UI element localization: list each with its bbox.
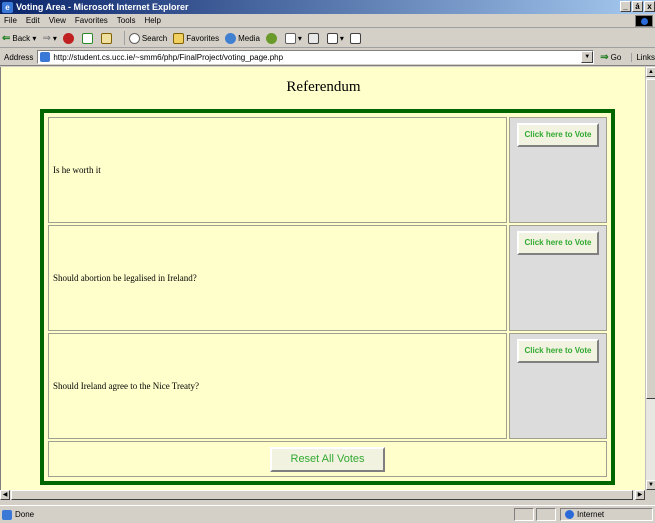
vertical-scroll-thumb[interactable] [646, 79, 655, 399]
scroll-left-icon[interactable]: ◀ [0, 490, 10, 500]
history-button[interactable] [265, 32, 279, 44]
toolbar-separator [123, 31, 125, 45]
scrollbar-corner [645, 490, 655, 500]
search-button[interactable]: Search [128, 32, 168, 44]
window-title-bar: e Voting Area - Microsoft Internet Explo… [0, 0, 655, 14]
vote-cell: Click here to Vote [509, 225, 607, 331]
vote-button[interactable]: Click here to Vote [517, 339, 599, 363]
mail-button[interactable]: ▾ [284, 32, 302, 44]
vote-cell: Click here to Vote [509, 333, 607, 439]
chevron-down-icon: ▾ [339, 33, 344, 43]
status-pane [514, 508, 534, 521]
discuss-button[interactable] [349, 32, 363, 44]
window-controls: _ á x [620, 1, 655, 12]
go-arrow-icon: ⇒ [600, 51, 609, 63]
media-label: Media [238, 33, 260, 43]
home-button[interactable] [100, 32, 114, 44]
question-text: Should abortion be legalised in Ireland? [48, 225, 507, 331]
forward-button[interactable]: ⇒ ▾ [42, 33, 56, 44]
scroll-up-icon[interactable]: ▲ [646, 67, 655, 77]
standard-toolbar: ⇐ Back ▾ ⇒ ▾ Search Favorites Media ▾ ▾ [0, 29, 655, 48]
address-label: Address [4, 52, 34, 62]
stop-icon [62, 32, 74, 44]
minimize-button[interactable]: _ [620, 1, 631, 12]
media-icon [225, 32, 237, 44]
chevron-down-icon: ▾ [297, 33, 302, 43]
reset-all-votes-button[interactable]: Reset All Votes [270, 446, 385, 472]
menu-tools[interactable]: Tools [117, 16, 136, 25]
address-bar: Address http://student.cs.ucc.ie/~smm6/p… [0, 49, 655, 66]
globe-icon [565, 510, 574, 519]
status-pane [536, 508, 556, 521]
address-dropdown-icon[interactable]: ▼ [581, 51, 594, 63]
print-icon [307, 32, 319, 44]
security-zone: Internet [560, 508, 653, 521]
vote-button[interactable]: Click here to Vote [517, 231, 599, 255]
window-title: Voting Area - Microsoft Internet Explore… [16, 2, 189, 12]
menu-favorites[interactable]: Favorites [75, 16, 108, 25]
chevron-down-icon: ▾ [52, 33, 57, 43]
ie-icon: e [2, 1, 13, 13]
zone-label: Internet [577, 510, 605, 519]
scroll-right-icon[interactable]: ▶ [635, 490, 645, 500]
favorites-label: Favorites [186, 33, 220, 43]
vertical-scrollbar[interactable]: ▲ ▼ [645, 67, 655, 490]
vote-cell: Click here to Vote [509, 117, 607, 223]
chevron-down-icon: ▾ [30, 33, 37, 43]
forward-arrow-icon: ⇒ [42, 32, 51, 44]
vote-button[interactable]: Click here to Vote [517, 123, 599, 147]
mail-icon [284, 32, 296, 44]
home-icon [100, 32, 112, 44]
reset-row: Reset All Votes [48, 441, 607, 477]
go-button[interactable]: ⇒ Go [600, 52, 621, 63]
back-arrow-icon: ⇐ [2, 32, 11, 44]
maximize-button[interactable]: á [632, 1, 643, 12]
horizontal-scrollbar[interactable]: ◀ ▶ [0, 490, 645, 500]
media-button[interactable]: Media [225, 32, 260, 44]
address-input[interactable]: http://student.cs.ucc.ie/~smm6/php/Final… [37, 50, 595, 64]
windows-logo-icon [635, 15, 653, 27]
back-label: Back [12, 33, 31, 43]
page-done-icon [2, 509, 12, 520]
menu-edit[interactable]: Edit [26, 16, 40, 25]
menu-help[interactable]: Help [144, 16, 160, 25]
edit-button[interactable]: ▾ [326, 32, 344, 44]
question-row: Should Ireland agree to the Nice Treaty?… [48, 333, 607, 439]
links-button[interactable]: Links [631, 52, 655, 62]
page-title: Referendum [286, 79, 361, 95]
back-button[interactable]: ⇐ Back ▾ [2, 33, 36, 44]
search-label: Search [141, 33, 168, 43]
referendum-table: Is he worth it Click here to Vote Should… [40, 109, 615, 485]
close-button[interactable]: x [644, 1, 655, 12]
page-viewport: Referendum Is he worth it Click here to … [0, 67, 645, 490]
question-row: Is he worth it Click here to Vote [48, 117, 607, 223]
scroll-down-icon[interactable]: ▼ [646, 480, 655, 490]
address-url: http://student.cs.ucc.ie/~smm6/php/Final… [53, 52, 284, 62]
discuss-icon [349, 32, 361, 44]
question-text: Is he worth it [48, 117, 507, 223]
go-label: Go [610, 52, 622, 62]
print-button[interactable] [307, 32, 321, 44]
question-text: Should Ireland agree to the Nice Treaty? [48, 333, 507, 439]
horizontal-scroll-thumb[interactable] [11, 490, 633, 500]
menu-view[interactable]: View [49, 16, 66, 25]
edit-icon [326, 32, 338, 44]
status-bar: Done Internet [0, 505, 655, 523]
status-panes [514, 508, 556, 521]
menu-file[interactable]: File [4, 16, 17, 25]
favorites-icon [173, 32, 185, 44]
refresh-icon [81, 32, 93, 44]
refresh-button[interactable] [81, 32, 95, 44]
stop-button[interactable] [62, 32, 76, 44]
history-icon [265, 32, 277, 44]
status-text: Done [15, 510, 35, 519]
favorites-button[interactable]: Favorites [173, 32, 220, 44]
menu-bar: File Edit View Favorites Tools Help [0, 14, 655, 28]
reset-cell: Reset All Votes [48, 441, 607, 477]
search-icon [128, 32, 140, 44]
question-row: Should abortion be legalised in Ireland?… [48, 225, 607, 331]
page-icon [40, 52, 51, 62]
